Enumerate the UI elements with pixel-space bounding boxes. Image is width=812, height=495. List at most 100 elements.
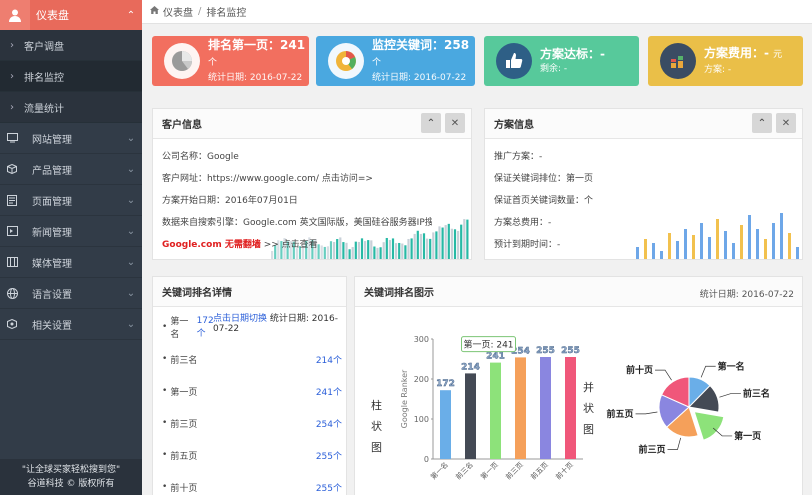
sidebar-item-media[interactable]: 媒体管理 ⌄ [0,247,142,278]
stat-sub: 统计日期: 2016-07-22 [208,73,303,83]
chevron-down-icon: ⌄ [126,256,136,268]
news-icon [0,226,24,236]
decorative-bar [457,230,460,259]
breadcrumb: 仪表盘 / 排名监控 [142,0,812,24]
panel-title: 方案信息 [494,120,534,131]
decorative-bar [398,242,401,259]
chevron-right-icon: › [10,101,14,113]
sidebar-item-news[interactable]: 新闻管理 ⌄ [0,216,142,247]
sidebar-subitem-customer[interactable]: › 客户调盘 [0,30,142,61]
decorative-bar [416,230,419,259]
decorative-bar [435,231,438,259]
keyword-value: 255个 [315,483,342,494]
decorative-bar [700,223,703,259]
decorative-bar [391,238,395,259]
collapse-button[interactable]: ⌃ [752,113,772,133]
keyword-value: 214个 [315,355,342,366]
customer-url[interactable]: 客户网址：https://www.google.com/ 点击访问=> [162,171,373,184]
user-icon [0,0,30,30]
x-tick-label: 前五页 [529,460,550,481]
stat-sub: 剩余: - [540,64,568,74]
stat-title: 监控关键词：258 [372,38,470,52]
plan-start-date: 方案开始日期：2016年07月01日 [162,196,298,206]
decorative-bar [339,237,342,259]
keyword-label: 第一页 [170,387,198,398]
panel-header: 关键词排名详情 [153,277,346,307]
decorative-bar [342,242,345,259]
sidebar-item-label: 产品管理 [32,165,72,177]
pie-leader-line [655,369,672,381]
bar[interactable] [465,373,476,459]
sidebar-item-product[interactable]: 产品管理 ⌄ [0,154,142,185]
decorative-bar [385,237,388,259]
footer-copyright: 谷道科技 © 版权所有 [27,479,115,489]
pie-leader-line [700,365,716,378]
sidebar-item-page[interactable]: 页面管理 ⌄ [0,185,142,216]
chevron-up-icon: ⌃ [126,9,136,21]
google-link[interactable]: Google.com 无需翻墙 >> 点击查看 [162,237,318,250]
x-tick-label: 第一名 [429,460,450,481]
bar[interactable] [490,362,501,459]
keyword-value: 254个 [315,419,342,430]
y-tick-label: 300 [414,335,429,344]
bar-value-label: 255 [536,346,555,356]
stat-date: 统计日期: 2016-07-22 [699,290,794,300]
bar-value-label: 255 [561,346,580,356]
pie-slice-label: 第一页 [734,430,761,442]
decorative-bar [271,251,274,259]
bar[interactable] [565,357,576,459]
close-button[interactable]: ✕ [445,113,465,133]
decorative-bar [373,246,376,259]
list-item: • 前五页 255个 [162,450,342,462]
decorative-bar [684,229,687,259]
decorative-bar [351,247,354,259]
decorative-bar [326,246,329,259]
sidebar-item-language[interactable]: 语言设置 ⌄ [0,278,142,309]
decorative-bar [796,247,799,259]
collapse-button[interactable]: ⌃ [421,113,441,133]
breadcrumb-current: 排名监控 [206,8,247,19]
sidebar-item-settings[interactable]: 相关设置 ⌄ [0,309,142,340]
sidebar: 仪表盘 ⌃ › 客户调盘 › 排名监控 › 流量统计 网站管理 ⌄ 产品管理 ⌄ 页面管理… [0,0,142,495]
ranking-chart-panel: 关键词排名图示 统计日期: 2016-07-22 柱状图 并状图 0 100 200 3… [354,276,803,495]
sidebar-item-website[interactable]: 网站管理 ⌄ [0,123,142,154]
pie-slice-label: 前十页 [626,364,653,376]
sidebar-subitem-ranking[interactable]: › 排名监控 [0,61,142,92]
pie-leader-line [667,437,681,450]
plan-row: 保证关键词排位：第一页 [494,174,594,184]
pie-slice-label: 前三名 [743,388,770,400]
close-button[interactable]: ✕ [776,113,796,133]
keyword-label: 第一名 [170,317,189,340]
decorative-bar [732,243,735,259]
bar[interactable] [515,357,526,459]
plan-row: 方案总费用：- [494,218,552,228]
keyword-label: 前三名 [170,355,198,366]
sidebar-subitem-traffic[interactable]: › 流量统计 [0,92,142,123]
sidebar-item-label: 相关设置 [32,320,72,332]
media-icon [0,257,24,267]
x-tick-label: 前三名 [454,460,475,481]
decorative-bar [447,223,450,259]
panel-header: 客户信息 ⌃ ✕ [153,109,471,139]
decorative-bar [320,245,323,259]
box-icon [0,164,24,174]
bar-value-label: 241 [486,352,505,362]
bar[interactable] [440,390,451,459]
stat-sub: 统计日期: 2016-07-22 [372,73,467,83]
chevron-down-icon: ⌄ [126,132,136,144]
chevron-right-icon: › [10,39,14,51]
chevron-right-icon: › [10,70,14,82]
x-tick-label: 前三页 [504,460,525,481]
list-item: • 前三名 214个 [162,354,342,366]
bar[interactable] [540,357,551,459]
decorative-bar [379,247,382,259]
sidebar-item-dashboard[interactable]: 仪表盘 ⌃ [0,0,142,30]
decorative-bar [395,243,398,259]
decorative-bar [410,238,413,259]
breadcrumb-separator: / [198,6,202,17]
x-tick-label: 第一页 [479,460,500,481]
decorative-bar [460,224,463,259]
breadcrumb-home[interactable]: 仪表盘 [163,4,193,19]
chevron-down-icon: ⌄ [126,194,136,206]
decorative-bar [652,243,655,259]
